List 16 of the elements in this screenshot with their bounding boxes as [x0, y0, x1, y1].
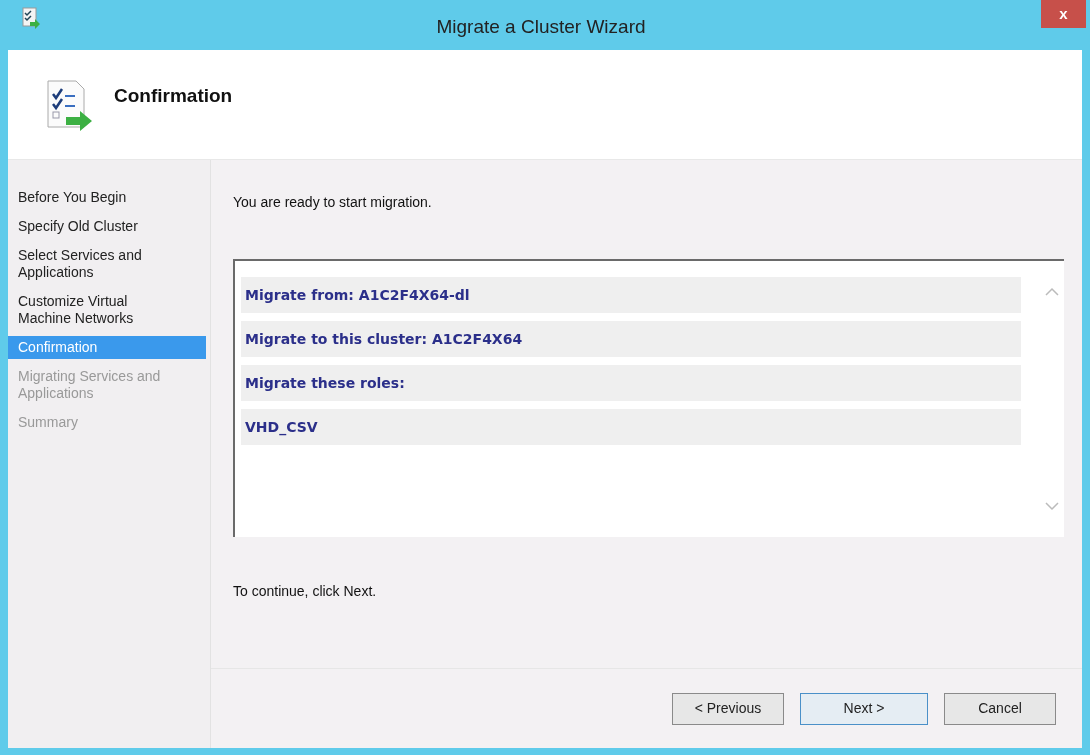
wizard-step[interactable]: Before You Begin	[8, 186, 206, 209]
wizard-step[interactable]: Specify Old Cluster	[8, 215, 206, 238]
scroll-up-icon[interactable]	[1045, 287, 1059, 296]
wizard-button[interactable]: Cancel	[944, 692, 1056, 725]
wizard-step[interactable]: Select Services and Applications	[8, 244, 206, 284]
wizard-button[interactable]: Next >	[800, 692, 928, 725]
wizard-step[interactable]: Customize Virtual Machine Networks	[8, 290, 206, 330]
app-icon	[22, 7, 40, 29]
checklist-icon	[44, 78, 94, 131]
page-heading: Confirmation	[114, 84, 233, 109]
window-title: Migrate a Cluster Wizard	[436, 14, 646, 39]
scroll-down-icon[interactable]	[1045, 502, 1059, 511]
close-button[interactable]: x	[1041, 0, 1086, 28]
instruction-text: To continue, click Next.	[233, 582, 378, 601]
intro-text: You are ready to start migration.	[233, 193, 433, 212]
wizard-button[interactable]: < Previous	[672, 692, 784, 725]
